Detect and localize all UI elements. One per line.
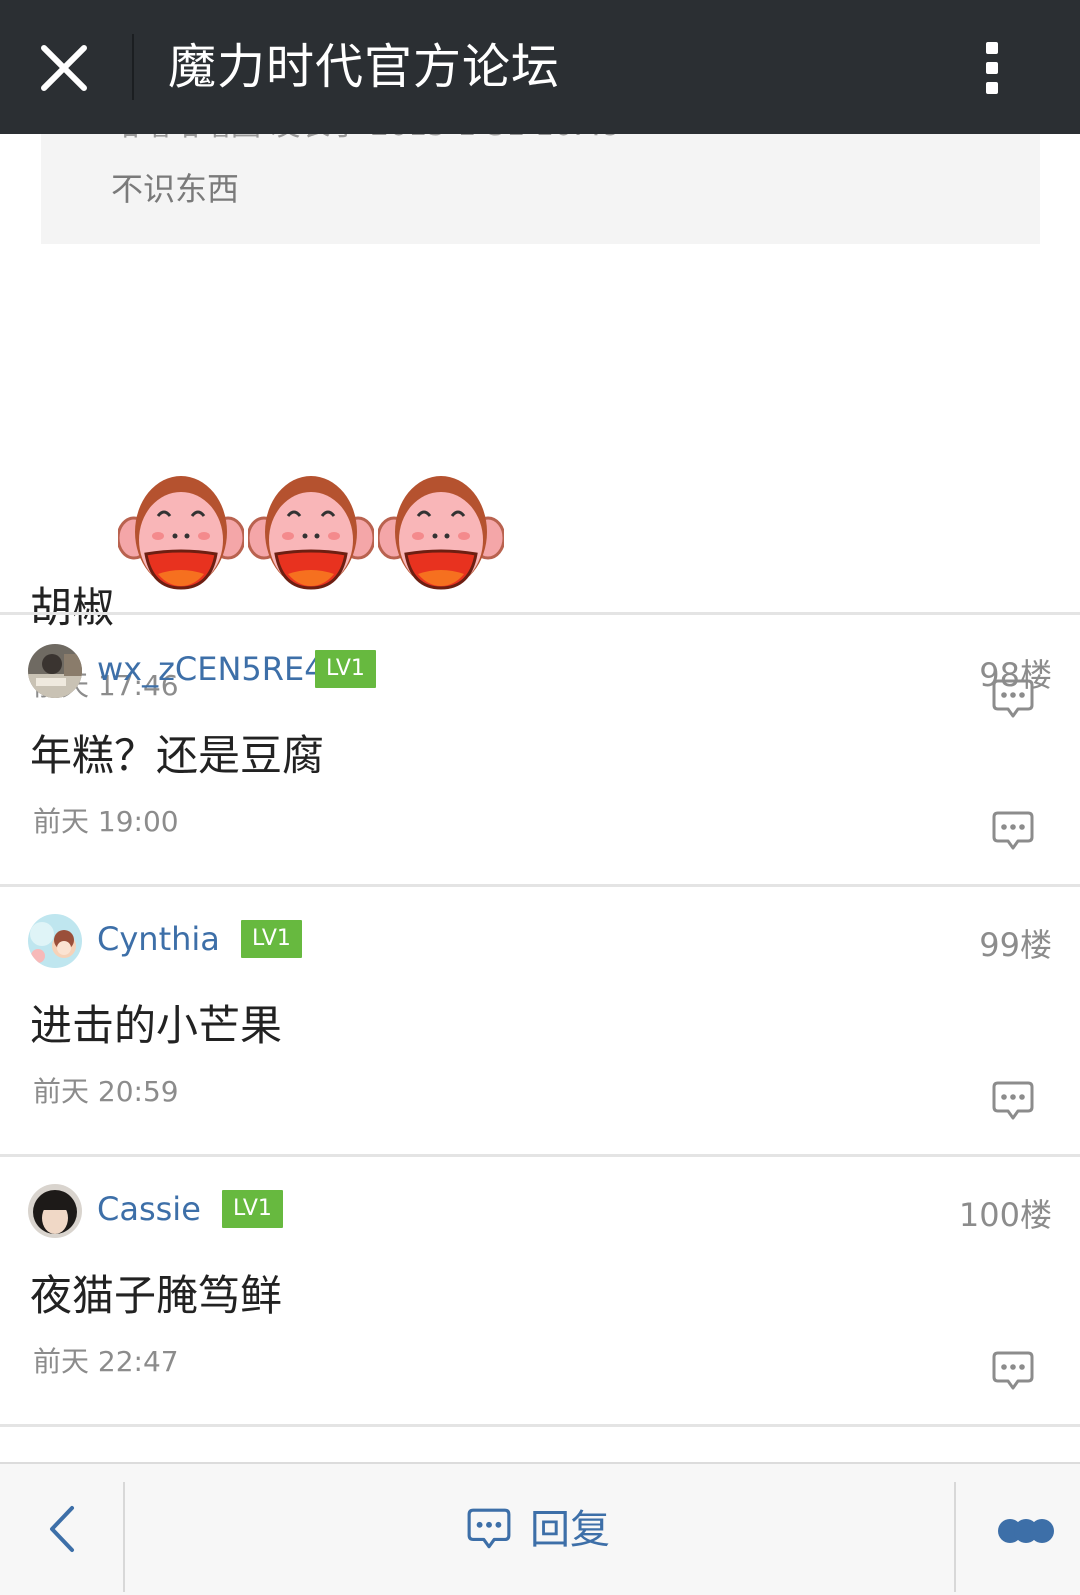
avatar[interactable] xyxy=(28,914,82,968)
avatar[interactable] xyxy=(28,1184,82,1238)
level-badge: LV1 xyxy=(315,650,376,688)
close-icon[interactable] xyxy=(36,40,92,96)
topbar-divider xyxy=(132,34,134,100)
bottom-divider xyxy=(954,1482,956,1592)
laughing-monkey-emoji xyxy=(376,470,506,594)
chevron-left-icon[interactable] xyxy=(44,1504,84,1554)
more-vertical-icon[interactable] xyxy=(972,38,1012,98)
username[interactable]: Cassie xyxy=(97,1190,201,1228)
level-badge: LV1 xyxy=(241,920,302,958)
bottom-divider xyxy=(123,1482,125,1592)
reply-post: Cassie LV1 100楼夜猫子腌笃鲜前天 22:47 xyxy=(0,1156,1080,1426)
share-dots-icon[interactable] xyxy=(996,1516,1056,1546)
bottom-bar: 回复 xyxy=(0,1462,1080,1595)
quote-text: 不识东西 xyxy=(111,170,240,208)
username[interactable]: Cynthia xyxy=(97,920,220,958)
avatar[interactable] xyxy=(28,644,82,698)
post-text: 夜猫子腌笃鲜 xyxy=(30,1271,283,1320)
post-text: 年糕？还是豆腐 xyxy=(30,731,325,780)
level-badge: LV1 xyxy=(222,1190,283,1228)
comment-icon xyxy=(467,1508,511,1549)
post-divider xyxy=(0,1424,1080,1427)
post-text: 进击的小芒果 xyxy=(30,1001,283,1050)
comment-icon[interactable] xyxy=(991,1079,1035,1123)
post-time: 前天 20:59 xyxy=(33,1075,179,1108)
laughing-monkey-emoji xyxy=(116,470,246,594)
page-title: 魔力时代官方论坛 xyxy=(168,39,561,95)
comment-icon[interactable] xyxy=(991,809,1035,853)
comment-icon[interactable] xyxy=(991,1349,1035,1393)
post-divider xyxy=(0,612,1080,615)
reply-label: 回复 xyxy=(530,1507,610,1553)
reply-post: Cynthia LV1 99楼进击的小芒果前天 20:59 xyxy=(0,886,1080,1156)
floor-number: 98楼 xyxy=(979,656,1052,694)
floor-number: 100楼 xyxy=(958,1196,1052,1234)
username[interactable]: wx_zCEN5RE4 xyxy=(97,650,325,688)
floor-number: 99楼 xyxy=(979,926,1052,964)
reply-post: wx_zCEN5RE4 LV1 98楼年糕？还是豆腐前天 19:00 xyxy=(0,616,1080,886)
top-bar: 魔力时代官方论坛 xyxy=(0,0,1080,134)
laughing-monkey-emoji xyxy=(246,470,376,594)
quoted-reply: 哈噜哈噜圈 发表于 2015-1-31 10:49 不识东西 xyxy=(41,134,1040,244)
post-time: 前天 22:47 xyxy=(33,1345,179,1378)
post-time: 前天 19:00 xyxy=(33,805,179,838)
quote-meta: 哈噜哈噜圈 发表于 2015-1-31 10:49 xyxy=(111,134,621,144)
